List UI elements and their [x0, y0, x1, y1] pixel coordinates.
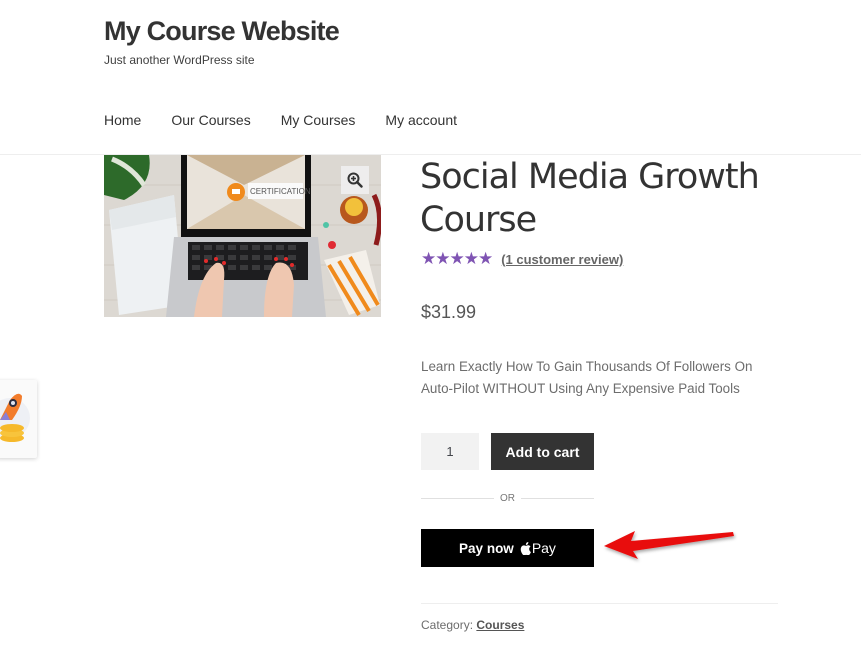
- product-image[interactable]: CERTIFICATION: [104, 155, 381, 317]
- apple-pay-mark: Pay: [520, 540, 556, 556]
- category-label: Category:: [421, 618, 474, 632]
- rocket-coins-icon: [0, 393, 30, 442]
- product-rating: ★★★★★ (1 customer review): [421, 249, 623, 269]
- separator-line: [421, 498, 494, 499]
- product-price: $31.99: [421, 302, 477, 322]
- customer-review-link[interactable]: (1 customer review): [501, 252, 623, 267]
- apple-pay-label: Pay: [531, 540, 556, 556]
- star-rating-icon: ★★★★★: [421, 249, 493, 268]
- product-category: Category: Courses: [421, 618, 524, 632]
- annotation-arrow-icon: [604, 531, 734, 559]
- category-link-courses[interactable]: Courses: [476, 618, 524, 632]
- nav-item-my-courses[interactable]: My Courses: [281, 112, 356, 128]
- product-description: Learn Exactly How To Gain Thousands Of F…: [421, 359, 753, 396]
- image-zoom-button[interactable]: [341, 166, 369, 194]
- primary-nav: Home Our Courses My Courses My account: [104, 112, 487, 128]
- apple-logo-icon: [520, 541, 531, 555]
- nav-item-my-account[interactable]: My account: [385, 112, 457, 128]
- site-tagline: Just another WordPress site: [104, 53, 255, 67]
- product-title: Social Media Growth Course: [420, 157, 760, 240]
- quantity-input[interactable]: [421, 433, 479, 470]
- nav-item-home[interactable]: Home: [104, 112, 141, 128]
- meta-divider: [421, 603, 778, 604]
- separator-line: [521, 498, 594, 499]
- floating-widget[interactable]: [0, 380, 37, 458]
- or-label: OR: [500, 493, 515, 504]
- apple-pay-button[interactable]: Pay now Pay: [421, 529, 594, 567]
- site-title[interactable]: My Course Website: [104, 16, 340, 47]
- or-separator: OR: [421, 493, 594, 504]
- pay-now-label: Pay now: [459, 540, 514, 556]
- certification-text: CERTIFICATION: [250, 187, 311, 196]
- nav-item-our-courses[interactable]: Our Courses: [171, 112, 250, 128]
- magnifier-plus-icon: [347, 172, 363, 188]
- add-to-cart-button[interactable]: Add to cart: [491, 433, 594, 470]
- product-photo: CERTIFICATION: [104, 155, 381, 317]
